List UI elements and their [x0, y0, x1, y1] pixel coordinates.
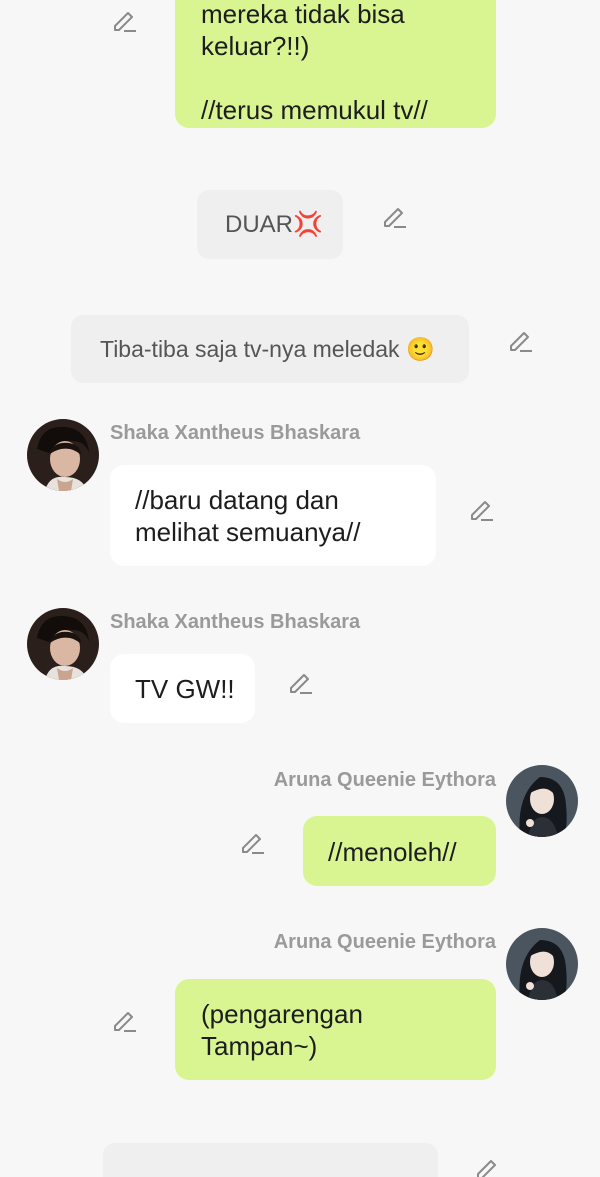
- message-bubble[interactable]: mereka tidak bisa keluar?!!) //terus mem…: [175, 0, 496, 128]
- message-bubble[interactable]: //menoleh//: [303, 816, 496, 886]
- edit-message-icon[interactable]: [286, 666, 316, 696]
- edit-message-icon[interactable]: [238, 826, 268, 856]
- sender-name: Shaka Xantheus Bhaskara: [110, 611, 361, 633]
- edit-message-icon[interactable]: [110, 4, 140, 34]
- message-bubble[interactable]: TV GW!!: [110, 654, 255, 723]
- sender-name: Aruna Queenie Eythora: [273, 931, 496, 953]
- edit-message-icon[interactable]: [380, 200, 410, 230]
- edit-message-icon[interactable]: [467, 493, 497, 523]
- female-avatar[interactable]: [506, 928, 578, 1000]
- sender-name: Aruna Queenie Eythora: [273, 769, 496, 791]
- female-avatar[interactable]: [506, 765, 578, 837]
- narration-bubble[interactable]: DUAR💢: [197, 190, 343, 259]
- narration-bubble[interactable]: [103, 1143, 438, 1177]
- sender-name: Shaka Xantheus Bhaskara: [110, 422, 361, 444]
- chat-screen: mereka tidak bisa keluar?!!) //terus mem…: [0, 0, 600, 1177]
- narration-bubble[interactable]: Tiba-tiba saja tv-nya meledak 🙂: [71, 315, 469, 383]
- male-avatar[interactable]: [27, 419, 99, 491]
- edit-message-icon[interactable]: [110, 1004, 140, 1034]
- male-avatar[interactable]: [27, 608, 99, 680]
- message-bubble[interactable]: //baru datang dan melihat semuanya//: [110, 465, 436, 566]
- message-bubble[interactable]: (pengarengan Tampan~): [175, 979, 496, 1080]
- edit-message-icon[interactable]: [473, 1152, 503, 1177]
- edit-message-icon[interactable]: [506, 324, 536, 354]
